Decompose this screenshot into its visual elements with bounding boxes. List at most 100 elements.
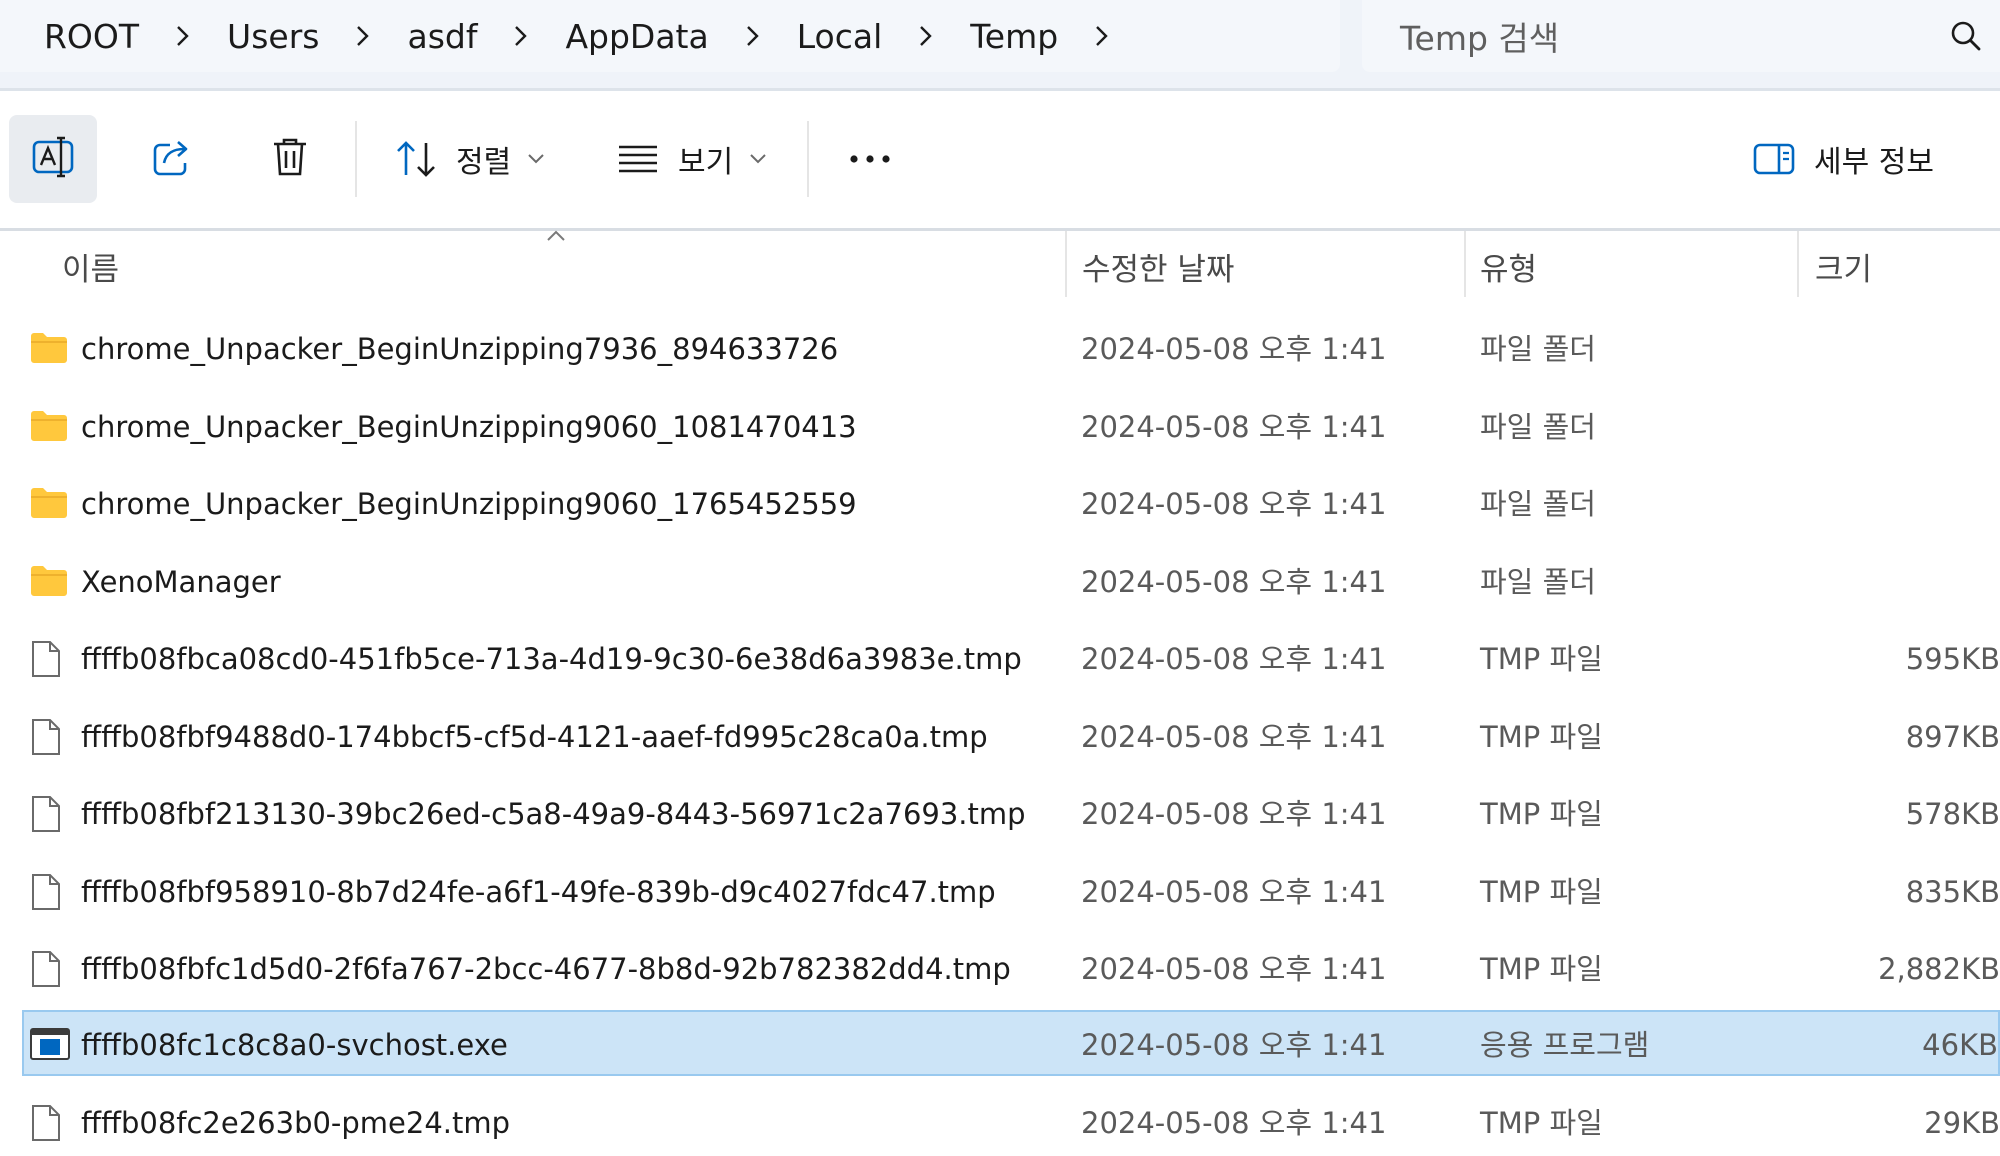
chevron-right-icon[interactable] [1076,24,1128,48]
list-item[interactable]: ffffb08fbf213130-39bc26ed-c5a8-49a9-8443… [22,781,2000,847]
list-item[interactable]: ffffb08fbfc1d5d0-2f6fa767-2bcc-4677-8b8d… [22,936,2000,1002]
file-name: ffffb08fbf9488d0-174bbcf5-cf5d-4121-aaef… [81,720,988,754]
file-name: chrome_Unpacker_BeginUnzipping9060_17654… [81,487,857,521]
column-divider[interactable] [1797,231,1799,297]
file-date: 2024-05-08 오후 1:41 [1081,952,1387,986]
rename-button[interactable] [9,115,97,203]
file-name: ffffb08fbfc1d5d0-2f6fa767-2bcc-4677-8b8d… [81,952,1011,986]
list-item[interactable]: ffffb08fbca08cd0-451fb5ce-713a-4d19-9c30… [22,626,2000,692]
column-header-name-label: 이름 [62,251,120,288]
sort-label: 정렬 [456,145,512,180]
list-item[interactable]: ffffb08fbf9488d0-174bbcf5-cf5d-4121-aaef… [22,704,2000,770]
list-item[interactable]: chrome_Unpacker_BeginUnzipping9060_17654… [22,471,2000,537]
file-date: 2024-05-08 오후 1:41 [1081,1106,1387,1140]
breadcrumb-item-temp[interactable]: Temp [952,17,1076,56]
share-button[interactable] [128,115,216,203]
share-icon [150,135,194,183]
sort-button[interactable]: 정렬 [390,115,560,203]
file-type: TMP 파일 [1480,875,1603,909]
list-item[interactable]: chrome_Unpacker_BeginUnzipping7936_89463… [22,316,2000,382]
file-date: 2024-05-08 오후 1:41 [1081,410,1387,444]
file-type: 파일 폴더 [1480,332,1596,366]
address-bar: ROOT Users asdf AppData Local Temp Temp … [0,0,2000,88]
sort-icon [394,139,438,179]
file-icon [30,1104,62,1146]
details-pane-button[interactable]: 세부 정보 [1752,115,1982,203]
chevron-right-icon[interactable] [900,24,952,48]
file-name: XenoManager [81,565,281,599]
file-type: TMP 파일 [1480,720,1603,754]
breadcrumb[interactable]: ROOT Users asdf AppData Local Temp [0,0,1340,72]
details-label: 세부 정보 [1814,145,1934,180]
file-name: ffffb08fc1c8c8a0-svchost.exe [81,1028,508,1062]
file-type: TMP 파일 [1480,797,1603,831]
column-header-date[interactable]: 수정한 날짜 [1082,231,1462,301]
column-header-name[interactable]: 이름 [62,231,1062,301]
details-pane-icon [1752,141,1796,177]
column-header-size-label: 크기 [1815,251,1873,288]
folder-icon [30,332,68,368]
column-header-type[interactable]: 유형 [1480,231,1790,301]
breadcrumb-item-local[interactable]: Local [779,17,901,56]
file-type: 파일 폴더 [1480,565,1596,599]
file-size: 46KB [1922,1028,1998,1062]
column-divider[interactable] [1464,231,1466,297]
toolbar-divider [807,121,809,197]
column-header-size[interactable]: 크기 [1815,231,2000,301]
breadcrumb-item-asdf[interactable]: asdf [389,17,495,56]
chevron-right-icon[interactable] [495,24,547,48]
file-name: ffffb08fc2e263b0-pme24.tmp [81,1106,511,1140]
list-item[interactable]: chrome_Unpacker_BeginUnzipping9060_10814… [22,394,2000,460]
file-size: 835KB [1905,875,2000,909]
file-icon [30,873,62,915]
file-icon [30,718,62,760]
search-placeholder: Temp 검색 [1400,19,1560,58]
list-item[interactable]: ffffb08fbf958910-8b7d24fe-a6f1-49fe-839b… [22,859,2000,925]
view-button[interactable]: 보기 [612,115,782,203]
breadcrumb-item-root[interactable]: ROOT [44,17,157,56]
breadcrumb-item-users[interactable]: Users [209,17,337,56]
list-item[interactable]: ffffb08fc2e263b0-pme24.tmp 2024-05-08 오후… [22,1090,2000,1156]
folder-icon [30,565,68,601]
chevron-right-icon[interactable] [157,24,209,48]
list-view-icon [616,141,660,177]
file-name: chrome_Unpacker_BeginUnzipping9060_10814… [81,410,857,444]
more-icon [848,150,892,169]
delete-button[interactable] [246,115,334,203]
file-name: ffffb08fbf213130-39bc26ed-c5a8-49a9-8443… [81,797,1026,831]
command-bar: 정렬 보기 세부 정보 [0,91,2000,228]
file-date: 2024-05-08 오후 1:41 [1081,332,1387,366]
chevron-down-icon [527,153,545,165]
file-date: 2024-05-08 오후 1:41 [1081,1028,1387,1062]
list-item[interactable]: XenoManager 2024-05-08 오후 1:41 파일 폴더 [22,549,2000,615]
column-divider[interactable] [1065,231,1067,297]
file-size: 578KB [1905,797,2000,831]
rename-icon [30,134,76,184]
file-size: 897KB [1905,720,2000,754]
search-icon[interactable] [1948,18,1984,58]
file-icon [30,640,62,682]
chevron-right-icon[interactable] [337,24,389,48]
file-date: 2024-05-08 오후 1:41 [1081,487,1387,521]
application-icon [30,1028,70,1064]
toolbar-divider [355,121,357,197]
file-name: chrome_Unpacker_BeginUnzipping7936_89463… [81,332,839,366]
file-date: 2024-05-08 오후 1:41 [1081,565,1387,599]
chevron-right-icon[interactable] [727,24,779,48]
file-type: TMP 파일 [1480,952,1603,986]
file-icon [30,795,62,837]
column-header-type-label: 유형 [1480,251,1538,288]
more-options-button[interactable] [826,115,914,203]
file-date: 2024-05-08 오후 1:41 [1081,797,1387,831]
chevron-down-icon [749,153,767,165]
breadcrumb-item-appdata[interactable]: AppData [547,17,726,56]
folder-icon [30,410,68,446]
folder-icon [30,487,68,523]
file-type: 응용 프로그램 [1480,1028,1650,1062]
search-input[interactable]: Temp 검색 [1362,0,2000,72]
file-date: 2024-05-08 오후 1:41 [1081,720,1387,754]
file-size: 2,882KB [1878,952,2000,986]
list-item-selected[interactable]: ffffb08fc1c8c8a0-svchost.exe 2024-05-08 … [22,1010,2000,1076]
file-size: 29KB [1924,1106,2000,1140]
file-icon [30,950,62,992]
